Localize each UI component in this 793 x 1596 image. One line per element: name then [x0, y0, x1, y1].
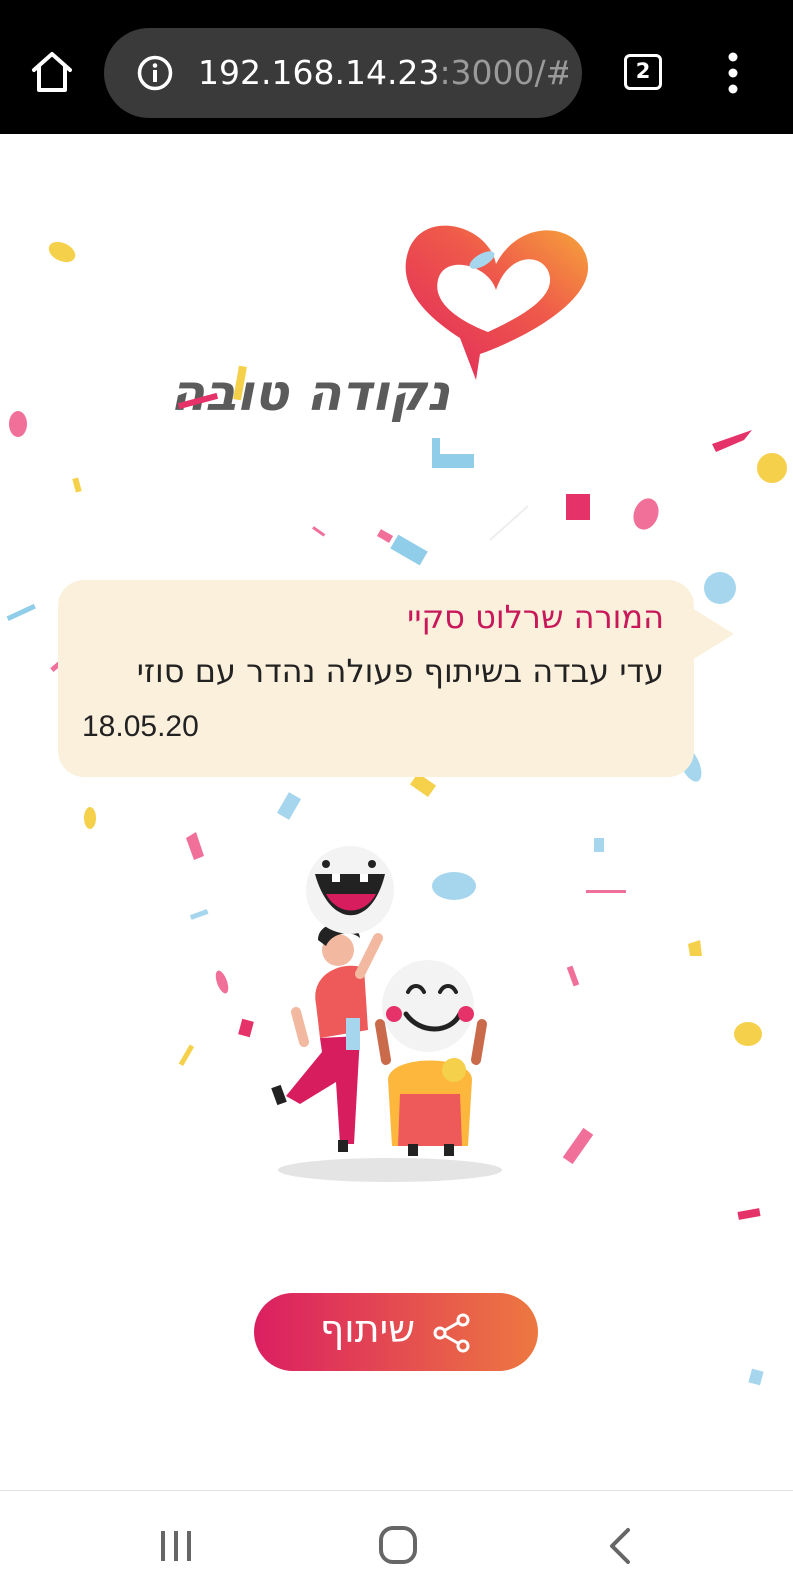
home-circle-icon[interactable] — [378, 1525, 418, 1565]
message-text: עדי עבדה בשיתוף פעולה נהדר עם סוזי — [136, 652, 664, 690]
share-button[interactable]: שיתוף — [254, 1293, 538, 1371]
tab-switcher-button[interactable]: 2 — [624, 54, 662, 90]
page-content: נקודה טובה המורה שרלוט סקיי עדי עבדה בשי… — [0, 134, 793, 1490]
address-bar[interactable]: 192.168.14.23:3000/#/ — [104, 28, 582, 118]
share-label: שיתוף — [320, 1307, 416, 1351]
card-tail — [692, 608, 734, 660]
browser-toolbar: 192.168.14.23:3000/#/ 2 — [0, 0, 793, 134]
message-date: 18.05.20 — [82, 710, 199, 743]
heart-speech-bubble-icon — [405, 225, 589, 380]
back-chevron-icon[interactable] — [607, 1527, 633, 1565]
more-vertical-icon[interactable] — [724, 52, 742, 94]
logo: נקודה טובה — [170, 225, 589, 422]
url-text[interactable]: 192.168.14.23:3000/#/ — [198, 50, 568, 96]
url-host: 192.168.14.23 — [198, 53, 440, 92]
recent-apps-icon[interactable] — [158, 1529, 194, 1563]
logo-text: נקודה טובה — [170, 364, 450, 422]
celebration-illustration — [271, 846, 502, 1182]
share-icon — [433, 1313, 470, 1353]
teacher-name: המורה שרלוט סקיי — [407, 598, 664, 636]
message-card: המורה שרלוט סקיי עדי עבדה בשיתוף פעולה נ… — [58, 580, 694, 777]
url-path: :3000/#/ — [439, 53, 568, 92]
home-icon[interactable] — [28, 48, 76, 96]
info-icon[interactable] — [137, 55, 173, 91]
system-navigation-bar — [0, 1490, 793, 1596]
